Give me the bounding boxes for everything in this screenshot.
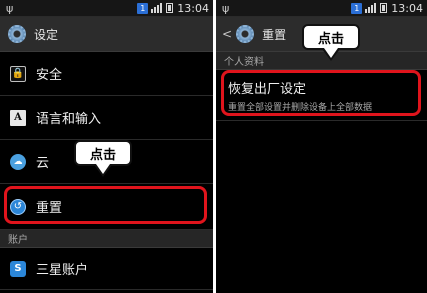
lock-icon: 🔒 (10, 65, 26, 82)
status-bar: ψ 1 13:04 (216, 0, 427, 17)
back-arrow-icon[interactable]: < (222, 27, 232, 41)
menu-item-label: 安全 (36, 68, 63, 83)
clock: 13:04 (177, 1, 209, 15)
samsung-account-icon: S (10, 260, 26, 277)
menu-item-label: 三星账户 (36, 263, 89, 278)
settings-screen: ψ 1 13:04 设定 🔒 安全 A 语言和输入 ☁ 云 ↺ 重置 账户 S … (0, 0, 213, 293)
menu-item-label: 重置 (36, 201, 63, 216)
title-bar: 设定 (0, 17, 213, 52)
settings-gear-icon (236, 25, 255, 43)
menu-item-reset[interactable]: ↺ 重置 (0, 184, 213, 230)
notification-badge: 1 (137, 2, 149, 14)
menu-item-label: 语言和输入 (36, 112, 102, 127)
battery-icon (166, 3, 174, 13)
tap-callout: 点击 (302, 24, 360, 61)
language-icon: A (10, 109, 26, 126)
notification-badge: 1 (351, 2, 363, 14)
section-header-label: 个人资料 (224, 57, 264, 68)
cloud-icon: ☁ (10, 153, 26, 170)
menu-item-label: 云 (36, 156, 50, 171)
factory-reset-subtitle: 重置全部设置并删除设备上全部数据 (228, 103, 373, 113)
signal-icon (151, 3, 163, 13)
callout-label: 点击 (89, 147, 116, 163)
page-title: 设定 (34, 27, 59, 42)
reset-icon: ↺ (10, 198, 26, 215)
settings-gear-icon (8, 25, 26, 43)
section-header-accounts: 账户 (0, 230, 213, 248)
menu-item-samsung-account[interactable]: S 三星账户 (0, 248, 213, 290)
page-title: 重置 (262, 27, 287, 42)
section-header-label: 账户 (8, 235, 28, 246)
factory-reset-option[interactable]: 恢复出厂设定 重置全部设置并删除设备上全部数据 (216, 70, 427, 121)
signal-icon (365, 3, 377, 13)
callout-label: 点击 (317, 31, 344, 47)
usb-icon: ψ (6, 1, 14, 15)
factory-reset-title: 恢复出厂设定 (228, 82, 307, 97)
tap-callout: 点击 (74, 140, 132, 177)
menu-item-language-input[interactable]: A 语言和输入 (0, 96, 213, 140)
status-bar: ψ 1 13:04 (0, 0, 213, 17)
menu-item-security[interactable]: 🔒 安全 (0, 52, 213, 96)
clock: 13:04 (391, 1, 423, 15)
reset-screen: ψ 1 13:04 < 重置 个人资料 恢复出厂设定 重置全部设置并删除设备上全… (216, 0, 427, 293)
battery-icon (380, 3, 388, 13)
usb-icon: ψ (222, 1, 230, 15)
